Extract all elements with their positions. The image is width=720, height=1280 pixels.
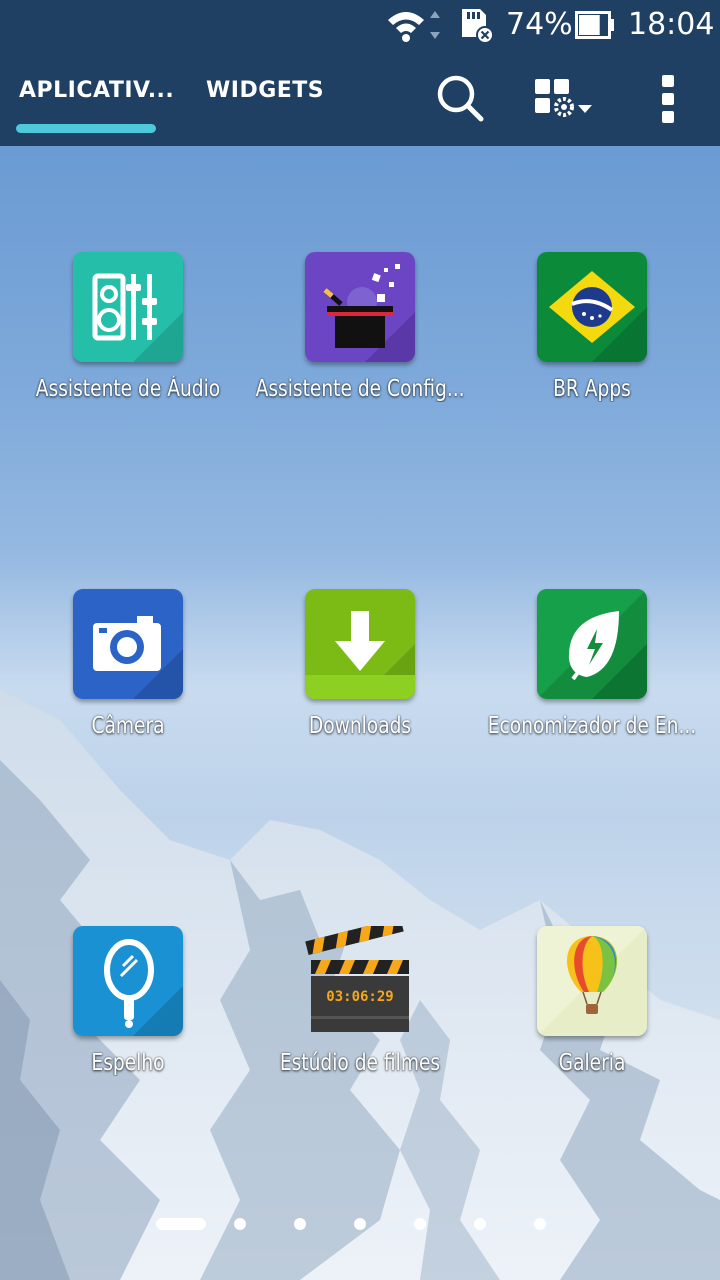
app-audio-wizard[interactable]: Assistente de Áudio (12, 252, 244, 412)
download-arrow-icon (305, 589, 415, 699)
app-label: Estúdio de filmes (279, 1050, 441, 1076)
status-bar: 74% 18:04 (0, 0, 720, 50)
brazil-flag-icon (537, 252, 647, 362)
page-dot[interactable] (414, 1218, 426, 1230)
app-mirror[interactable]: Espelho (12, 926, 244, 1086)
app-label: Galeria (558, 1050, 626, 1076)
battery-icon (575, 11, 614, 39)
app-label: BR Apps (553, 376, 631, 402)
clapper-timecode: 03:06:29 (326, 989, 393, 1005)
camera-icon (73, 589, 183, 699)
clock: 18:04 (628, 7, 715, 42)
app-power-saver[interactable]: Economizador de En... (476, 589, 708, 749)
tab-apps[interactable]: APLICATIV... (19, 78, 174, 103)
app-label: Câmera (91, 713, 165, 739)
drawer-tabs: APLICATIV... WIDGETS (0, 60, 720, 146)
top-app-bar: 74% 18:04 APLICATIV... WIDGETS (0, 0, 720, 146)
manage-apps-button[interactable] (520, 60, 600, 140)
search-icon (437, 75, 484, 122)
page-indicator (0, 1212, 720, 1236)
app-label: Assistente de Config... (255, 376, 465, 402)
app-camera[interactable]: Câmera (12, 589, 244, 749)
wifi-icon (388, 11, 440, 42)
app-gallery[interactable]: Galeria (476, 926, 708, 1086)
app-drawer-screen: 74% 18:04 APLICATIV... WIDGETS Assistent… (0, 0, 720, 1280)
page-dot[interactable] (534, 1218, 546, 1230)
more-options-button[interactable] (630, 60, 710, 140)
audio-wizard-icon (73, 252, 183, 362)
setup-wizard-icon (305, 252, 415, 362)
app-setup-wizard[interactable]: Assistente de Config... (244, 252, 476, 412)
page-dot[interactable] (234, 1218, 246, 1230)
page-dot[interactable] (294, 1218, 306, 1230)
tab-indicator (16, 124, 156, 133)
page-dot[interactable] (354, 1218, 366, 1230)
mirror-icon (73, 926, 183, 1036)
app-movie-studio[interactable]: 03:06:29 Estúdio de filmes (244, 926, 476, 1086)
clapperboard-icon: 03:06:29 (305, 926, 415, 1036)
app-downloads[interactable]: Downloads (244, 589, 476, 749)
app-label: Assistente de Áudio (35, 376, 221, 402)
tab-widgets[interactable]: WIDGETS (206, 78, 324, 103)
manage-apps-icon (535, 79, 592, 117)
app-br-apps[interactable]: BR Apps (476, 252, 708, 412)
search-button[interactable] (420, 60, 500, 140)
app-label: Espelho (91, 1050, 165, 1076)
page-indicator-active (156, 1218, 206, 1230)
sd-card-error-icon (462, 9, 494, 43)
app-label: Downloads (308, 713, 412, 739)
page-dot[interactable] (474, 1218, 486, 1230)
balloon-icon (537, 926, 647, 1036)
leaf-bolt-icon (537, 589, 647, 699)
battery-percent: 74% (506, 7, 573, 42)
app-label: Economizador de En... (487, 713, 697, 739)
more-options-icon (662, 75, 674, 123)
